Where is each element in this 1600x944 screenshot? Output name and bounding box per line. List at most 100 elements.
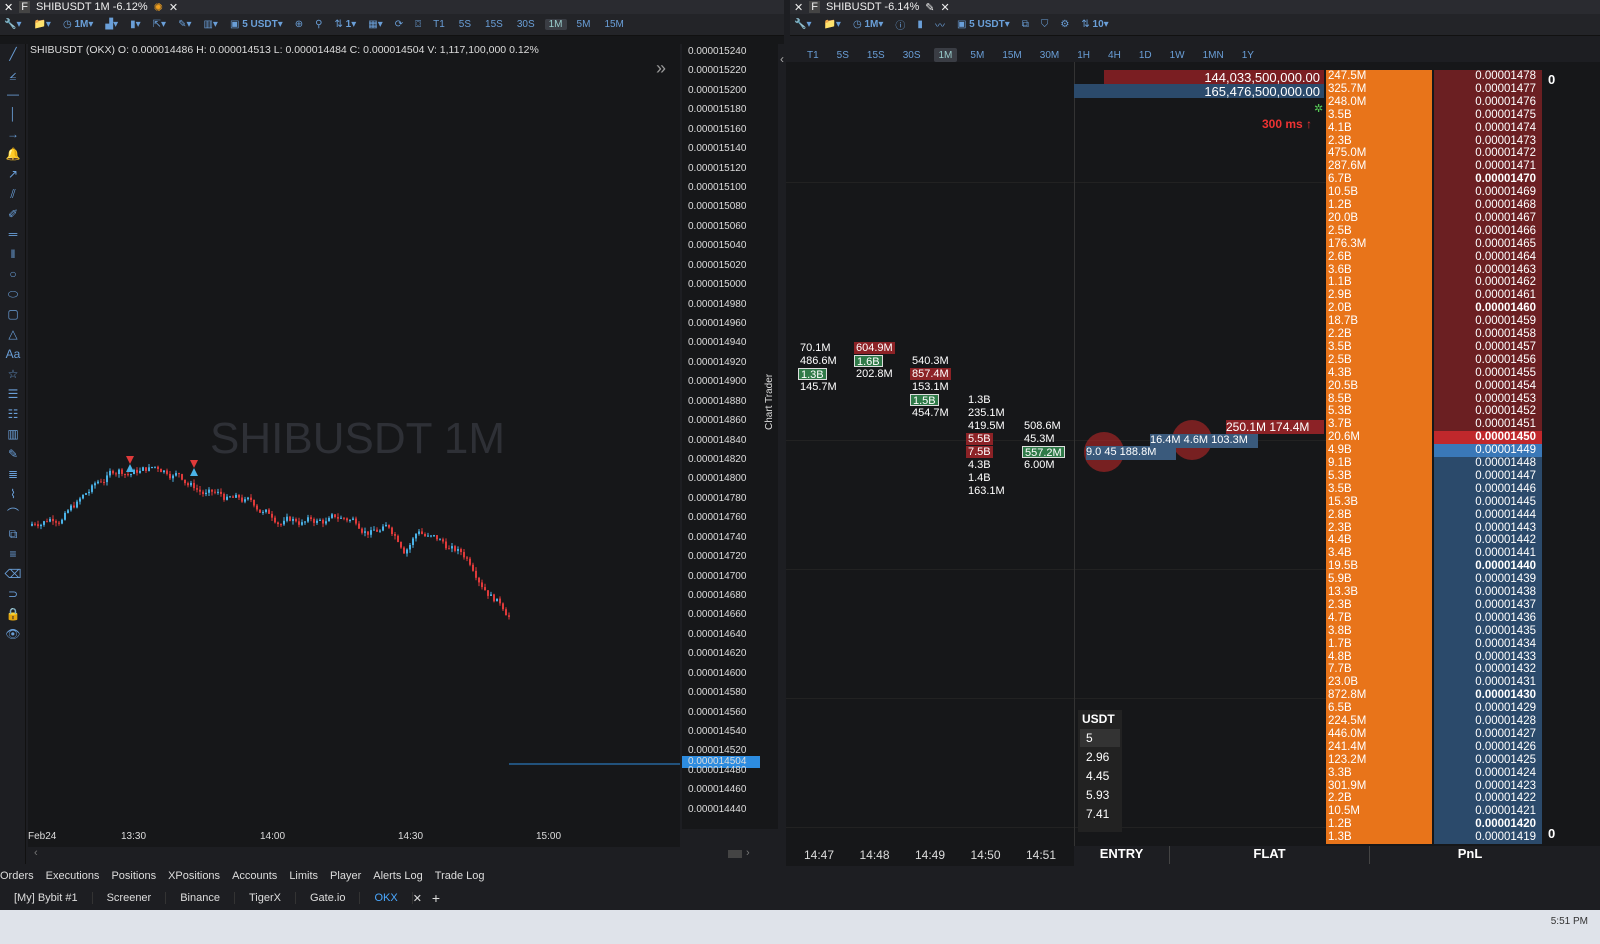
timeframe-button-15m[interactable]: 15M — [997, 48, 1026, 62]
stack-icon[interactable]: ⧉ — [0, 524, 26, 544]
sell-marker-icon[interactable] — [126, 456, 134, 464]
dom-price[interactable]: 0.00001470 — [1434, 173, 1542, 187]
dom-price[interactable]: 0.00001448 — [1434, 457, 1542, 470]
channel-icon[interactable]: ⫽ — [0, 184, 26, 204]
magnet-icon[interactable]: ⊃ — [0, 584, 26, 604]
refresh-icon[interactable]: ⟳ — [391, 19, 407, 30]
dom-price[interactable]: 0.00001451 — [1434, 418, 1542, 432]
curve-icon[interactable]: ⌒ — [0, 504, 26, 524]
dom-price[interactable]: 0.00001466 — [1434, 224, 1542, 238]
dom-price[interactable]: 0.00001428 — [1434, 715, 1542, 728]
timeframe-button-1y[interactable]: 1Y — [1237, 48, 1259, 62]
timeframe-button-1d[interactable]: 1D — [1134, 48, 1157, 62]
bottom-tab-executions[interactable]: Executions — [46, 870, 100, 882]
candlestick-chart[interactable]: SHIBUSDT (OKX) O: 0.000014486 H: 0.00001… — [28, 44, 680, 829]
wave-icon[interactable]: ⌇ — [0, 484, 26, 504]
bottom-tab-trade-log[interactable]: Trade Log — [435, 870, 485, 882]
dom-price[interactable]: 0.00001425 — [1434, 753, 1542, 767]
timeframe-button-5m[interactable]: 5M — [573, 19, 595, 30]
chart-type-icon[interactable]: ▟▾ — [101, 19, 122, 30]
bottom-tab-limits[interactable]: Limits — [289, 870, 318, 882]
shield-icon[interactable]: ⛉ — [1037, 19, 1053, 30]
bars-icon[interactable]: ▮▾ — [126, 19, 145, 30]
dom-price[interactable]: 0.00001421 — [1434, 805, 1542, 819]
lock-icon[interactable]: 🔒 — [0, 604, 26, 624]
timeframe-button-30s[interactable]: 30S — [898, 48, 926, 62]
timeframe-button-5m[interactable]: 5M — [965, 48, 989, 62]
dom-price[interactable]: 0.00001471 — [1434, 160, 1542, 174]
vline-tool-icon[interactable]: │ — [0, 104, 26, 124]
search-icon[interactable]: ⚲ — [311, 19, 326, 30]
timeframe-button-1mn[interactable]: 1MN — [1198, 48, 1229, 62]
dom-price[interactable]: 0.00001464 — [1434, 250, 1542, 264]
flat-button[interactable]: FLAT — [1170, 846, 1370, 864]
dom-price[interactable]: 0.00001472 — [1434, 147, 1542, 161]
calendar-icon[interactable]: ▦▾ — [364, 19, 386, 30]
close-tab-icon[interactable]: ✕ — [941, 1, 950, 14]
dom-price[interactable]: 0.00001443 — [1434, 521, 1542, 535]
dom-price[interactable]: 0.00001432 — [1434, 663, 1542, 677]
workspace-tab[interactable]: Binance — [166, 892, 235, 904]
workspace-tab[interactable]: Gate.io — [296, 892, 361, 904]
right-tab-title[interactable]: SHIBUSDT -6.14% — [826, 1, 919, 13]
chart-trader-label[interactable]: Chart Trader — [764, 374, 775, 430]
dom-price[interactable]: 0.00001430 — [1434, 689, 1542, 703]
scroll-left-icon[interactable]: ‹ — [34, 847, 38, 859]
zoom-in-icon[interactable]: ⊕ — [291, 19, 307, 30]
bottom-tab-orders[interactable]: Orders — [0, 870, 34, 882]
star-icon[interactable]: ☆ — [0, 364, 26, 384]
grid-icon[interactable]: ▥ — [0, 424, 26, 444]
dom-price[interactable]: 0.00001420 — [1434, 818, 1542, 832]
ray-tool-icon[interactable]: ⦤ — [0, 64, 26, 84]
dom-price[interactable]: 0.00001467 — [1434, 211, 1542, 225]
mouse-icon[interactable]: ⌼ — [411, 19, 425, 30]
dom-price[interactable]: 0.00001455 — [1434, 366, 1542, 380]
collapse-left-icon[interactable]: ‹ — [780, 52, 784, 66]
dom-price[interactable]: 0.00001450 — [1434, 431, 1542, 445]
dom-price[interactable]: 0.00001473 — [1434, 134, 1542, 148]
arrow-tool-icon[interactable]: → — [0, 124, 26, 144]
dom-price[interactable]: 0.00001462 — [1434, 276, 1542, 290]
triangle-icon[interactable]: △ — [0, 324, 26, 344]
dom-price[interactable]: 0.00001442 — [1434, 534, 1542, 548]
dom-price[interactable]: 0.00001434 — [1434, 637, 1542, 651]
timeframe-button-30m[interactable]: 30M — [1035, 48, 1064, 62]
dom-price[interactable]: 0.00001452 — [1434, 405, 1542, 419]
alert-icon[interactable]: 🔔 — [0, 144, 26, 164]
indicator-icon[interactable]: ▥▾ — [199, 19, 221, 30]
folder-icon[interactable]: 📁▾ — [819, 19, 844, 30]
dom-price[interactable]: 0.00001424 — [1434, 766, 1542, 780]
dom-price[interactable]: 0.00001441 — [1434, 547, 1542, 561]
timeframe-button-t1[interactable]: T1 — [802, 48, 824, 62]
line-chart-icon[interactable]: 〰 — [931, 17, 949, 32]
eye-icon[interactable]: 👁 — [0, 624, 26, 644]
size-select[interactable]: ▣ 5 USDT▾ — [226, 19, 287, 30]
dom-ladder[interactable]: 247.5M 0.00001478 325.7M 0.00001477 248.0M 0.… — [786, 70, 1600, 846]
timeframe-select[interactable]: ◷ 1M▾ — [59, 19, 97, 30]
bars-icon[interactable]: ▮ — [913, 19, 927, 30]
dom-price[interactable]: 0.00001460 — [1434, 302, 1542, 316]
workspace-tab[interactable]: [My] Bybit #1 — [0, 892, 93, 904]
dom-price[interactable]: 0.00001447 — [1434, 469, 1542, 483]
dom-price[interactable]: 0.00001422 — [1434, 792, 1542, 806]
dom-price[interactable]: 0.00001465 — [1434, 237, 1542, 251]
dom-price[interactable]: 0.00001427 — [1434, 727, 1542, 741]
dom-price[interactable]: 0.00001440 — [1434, 560, 1542, 574]
text-icon[interactable]: Aa — [0, 344, 26, 364]
notes-icon[interactable]: ≡ — [0, 544, 26, 564]
pen-icon[interactable]: ✎▾ — [174, 19, 195, 30]
timeframe-button-4h[interactable]: 4H — [1103, 48, 1126, 62]
timeframe-button-15s[interactable]: 15S — [862, 48, 890, 62]
dom-price[interactable]: 0.00001469 — [1434, 186, 1542, 200]
dom-price[interactable]: 0.00001423 — [1434, 779, 1542, 793]
dom-price[interactable]: 0.00001436 — [1434, 611, 1542, 625]
eraser-icon[interactable]: ⌫ — [0, 564, 26, 584]
workspace-tab[interactable]: TigerX — [235, 892, 296, 904]
dom-price[interactable]: 0.00001445 — [1434, 495, 1542, 509]
dom-price[interactable]: 0.00001438 — [1434, 586, 1542, 599]
dom-price[interactable]: 0.00001477 — [1434, 82, 1542, 96]
timeframe-button-1m[interactable]: 1M — [544, 19, 567, 30]
workspace-tab[interactable]: Screener — [93, 892, 167, 904]
dom-price[interactable]: 0.00001468 — [1434, 199, 1542, 212]
timeframe-button-t1[interactable]: T1 — [429, 19, 449, 30]
